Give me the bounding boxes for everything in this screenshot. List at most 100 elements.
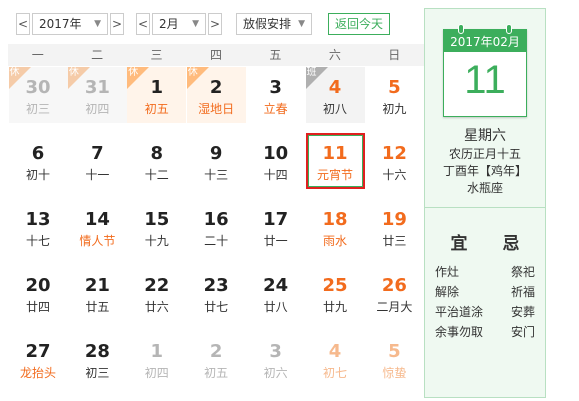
day-cell[interactable]: 休 30 初三 — [8, 67, 68, 123]
day-cell[interactable]: 20 廿四 — [9, 265, 68, 321]
badge-label: 班 — [306, 67, 317, 78]
day-number: 28 — [84, 341, 110, 362]
day-cell[interactable]: 18 雨水 — [306, 199, 365, 255]
day-cell[interactable]: 11 元宵节 — [305, 133, 365, 189]
prev-month-button[interactable]: < — [136, 13, 150, 35]
day-number: 26 — [381, 275, 407, 296]
weekday-label: 一 — [31, 48, 44, 62]
binder-ring-icon — [506, 24, 512, 34]
lunar-label: 初五 — [144, 102, 169, 116]
lunar-label: 廿三 — [382, 234, 407, 248]
weekday-label: 三 — [150, 48, 163, 62]
lunar-label: 初四 — [144, 366, 169, 380]
day-number: 17 — [263, 209, 289, 230]
lunar-date: 农历正月十五 — [448, 147, 521, 161]
zodiac-sign: 水瓶座 — [466, 181, 503, 195]
badge-label: 休 — [128, 67, 139, 78]
lunar-label: 元宵节 — [316, 168, 353, 182]
day-cell[interactable]: 3 初六 — [246, 331, 305, 387]
back-to-today-button[interactable]: 返回今天 — [328, 13, 390, 35]
day-cell[interactable]: 班 4 初八 — [305, 67, 365, 123]
calendar-grid: 休 30 初三休 31 初四休 1 初五休 2 湿地日 3 立春班 4 初八 5 初九 6 初十 7 十一 8 十二 9 十… — [8, 66, 424, 401]
day-cell[interactable]: 23 廿七 — [187, 265, 246, 321]
weekday-label: 五 — [269, 48, 282, 62]
next-year-button[interactable]: > — [110, 13, 124, 35]
lunar-label: 初六 — [263, 366, 288, 380]
day-cell[interactable]: 28 初三 — [68, 331, 127, 387]
day-number: 7 — [91, 143, 104, 164]
day-cell[interactable]: 16 二十 — [187, 199, 246, 255]
day-cell[interactable]: 8 十二 — [127, 133, 186, 189]
yi-item: 余事勿取 — [435, 325, 484, 339]
day-number: 23 — [203, 275, 229, 296]
lunar-label: 初四 — [85, 102, 110, 116]
date-card-day: 11 — [464, 58, 506, 102]
yi-item: 作灶 — [435, 265, 460, 279]
ganzhi-year: 丁酉年【鸡年】 — [442, 164, 527, 178]
weekday-label: 四 — [209, 48, 222, 62]
holiday-select[interactable]: 放假安排 ▼ — [236, 13, 312, 35]
day-cell[interactable]: 7 十一 — [68, 133, 127, 189]
day-number: 21 — [84, 275, 110, 296]
lunar-label: 情人节 — [79, 234, 116, 248]
lunar-label: 湿地日 — [198, 102, 235, 116]
day-number: 11 — [322, 143, 348, 164]
chevron-down-icon: ▼ — [94, 19, 101, 29]
day-number: 4 — [328, 341, 342, 362]
day-cell[interactable]: 3 立春 — [246, 67, 305, 123]
toolbar: < 2017年 ▼ > < 2月 ▼ > 放假安排 ▼ 返回今天 — [8, 8, 420, 38]
day-cell[interactable]: 12 十六 — [365, 133, 424, 189]
day-cell[interactable]: 21 廿五 — [68, 265, 127, 321]
holiday-value: 放假安排 — [243, 17, 292, 31]
lunar-label: 廿四 — [25, 300, 50, 314]
day-cell[interactable]: 22 廿六 — [127, 265, 186, 321]
day-cell[interactable]: 27 龙抬头 — [9, 331, 68, 387]
yi-item: 平治道涂 — [435, 305, 484, 319]
day-cell[interactable]: 休 1 初五 — [127, 67, 187, 123]
month-select[interactable]: 2月 ▼ — [152, 13, 206, 35]
day-number: 24 — [263, 275, 289, 296]
badge-label: 休 — [68, 67, 79, 78]
day-cell[interactable]: 25 廿九 — [306, 265, 365, 321]
lunar-label: 初十 — [25, 168, 50, 182]
weekday-header: 一二三四五六日 — [8, 44, 424, 66]
day-cell[interactable]: 9 十三 — [187, 133, 246, 189]
day-cell[interactable]: 休 2 湿地日 — [186, 67, 246, 123]
day-detail-panel: 2017年02月 11 星期六 农历正月十五 丁酉年【鸡年】 水瓶座 宜 忌 作… — [424, 8, 546, 398]
ji-item: 祭祀 — [510, 265, 535, 279]
day-cell[interactable]: 15 十九 — [127, 199, 186, 255]
day-cell[interactable]: 5 惊蛰 — [365, 331, 424, 387]
day-cell[interactable]: 2 初五 — [187, 331, 246, 387]
day-cell[interactable]: 17 廿一 — [246, 199, 305, 255]
ji-item: 安葬 — [510, 305, 535, 319]
lunar-label: 二十 — [204, 234, 229, 248]
lunar-label: 十六 — [382, 168, 407, 182]
day-cell[interactable]: 1 初四 — [127, 331, 186, 387]
day-number: 12 — [381, 143, 407, 164]
day-number: 5 — [388, 77, 401, 98]
day-cell[interactable]: 10 十四 — [246, 133, 305, 189]
lunar-label: 十一 — [85, 168, 110, 182]
day-cell[interactable]: 4 初七 — [306, 331, 365, 387]
day-cell[interactable]: 休 31 初四 — [67, 67, 127, 123]
day-cell[interactable]: 13 十七 — [9, 199, 68, 255]
next-month-button[interactable]: > — [208, 13, 222, 35]
day-cell[interactable]: 14 情人节 — [68, 199, 127, 255]
lunar-label: 廿七 — [204, 300, 229, 314]
lunar-label: 初三 — [25, 102, 50, 116]
badge-label: 休 — [187, 67, 198, 78]
prev-year-button[interactable]: < — [16, 13, 30, 35]
day-cell[interactable]: 5 初九 — [365, 67, 424, 123]
divider — [425, 207, 545, 208]
lunar-label: 十七 — [25, 234, 50, 248]
day-cell[interactable]: 19 廿三 — [365, 199, 424, 255]
year-select[interactable]: 2017年 ▼ — [32, 13, 108, 35]
day-number: 20 — [25, 275, 51, 296]
day-number: 5 — [388, 341, 401, 362]
month-value: 2月 — [159, 17, 179, 31]
day-cell[interactable]: 26 二月大 — [365, 265, 424, 321]
lunar-label: 廿五 — [85, 300, 110, 314]
weekday-label: 六 — [328, 48, 341, 62]
day-cell[interactable]: 6 初十 — [9, 133, 68, 189]
day-cell[interactable]: 24 廿八 — [246, 265, 305, 321]
